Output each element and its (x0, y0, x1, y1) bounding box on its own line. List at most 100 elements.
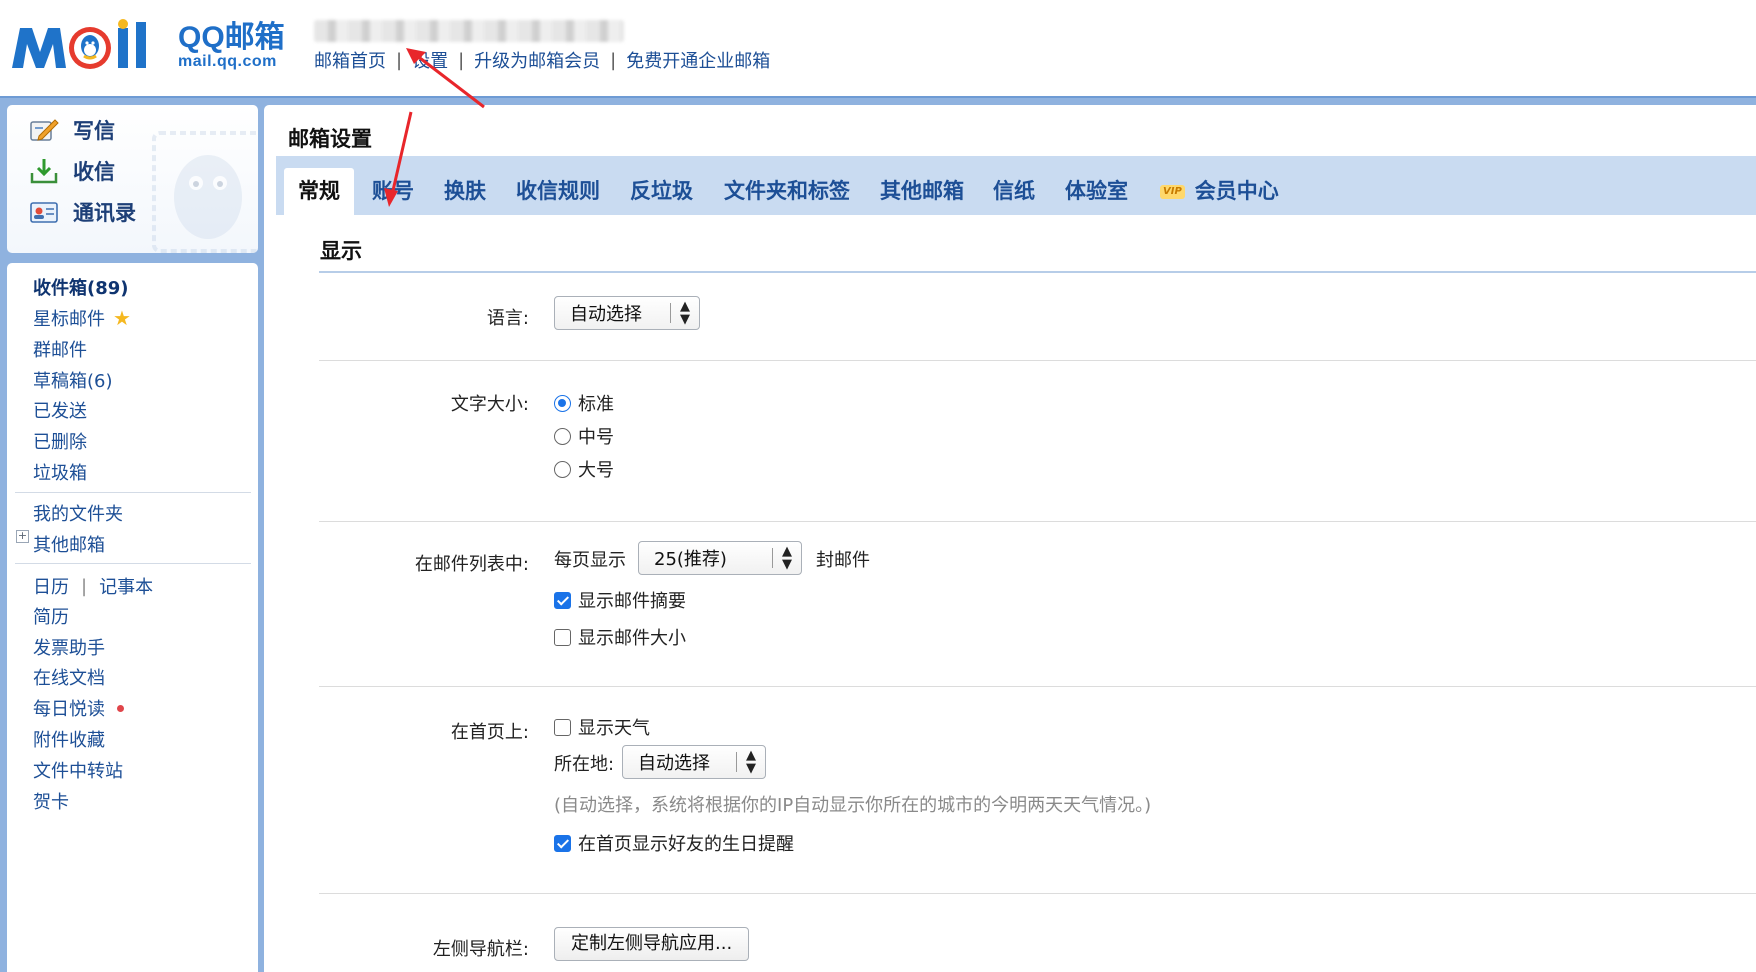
tab-folders-labels[interactable]: 文件夹和标签 (724, 168, 850, 215)
expand-plus-icon[interactable]: + (16, 530, 29, 543)
unread-dot-icon (117, 704, 124, 712)
row-divider (319, 686, 1756, 687)
tab-other-mailboxes[interactable]: 其他邮箱 (880, 168, 964, 215)
folder-other-mailboxes[interactable]: 其他邮箱 (33, 531, 105, 557)
section-display-title: 显示 (320, 239, 362, 263)
show-weather-checkbox[interactable]: 显示天气 (554, 714, 650, 740)
show-size-checkbox[interactable]: 显示邮件大小 (554, 624, 686, 650)
settings-panel: 邮箱设置 常规 账号 换肤 收信规则 反垃圾 文件夹和标签 其他邮箱 信纸 体验… (264, 105, 1756, 972)
brand-domain: mail.qq.com (178, 53, 277, 70)
link-separator: | (458, 49, 465, 71)
compose-button[interactable]: 写信 (29, 115, 115, 145)
contacts-card-icon (30, 202, 58, 223)
folder-inbox[interactable]: 收件箱(89) (33, 274, 129, 300)
row-divider (319, 521, 1756, 522)
star-icon: ★ (113, 306, 131, 330)
folder-group[interactable]: 群邮件 (33, 336, 87, 362)
birthday-reminder-checkbox[interactable]: 在首页显示好友的生日提醒 (554, 830, 794, 856)
app-calendar[interactable]: 日历 (33, 573, 69, 599)
app-resume[interactable]: 简历 (33, 603, 69, 629)
link-settings[interactable]: 设置 (412, 47, 448, 73)
row-divider (319, 893, 1756, 894)
language-select-value: 自动选择 (570, 304, 642, 325)
app-file-transfer[interactable]: 文件中转站 (33, 757, 123, 783)
tab-skin[interactable]: 换肤 (444, 168, 486, 215)
location-select[interactable]: 自动选择 ▲ ▼ (622, 745, 766, 779)
nav-divider (15, 563, 251, 564)
section-divider (319, 271, 1756, 273)
link-separator: | (610, 49, 617, 71)
show-size-label: 显示邮件大小 (578, 628, 686, 649)
app-daily-read[interactable]: 每日悦读 (33, 695, 124, 721)
app-daily-read-label: 每日悦读 (33, 699, 105, 720)
nav-actions-panel: 写信 收信 通讯录 (7, 105, 258, 253)
font-size-medium-radio[interactable]: 中号 (554, 423, 614, 449)
font-size-large-radio[interactable]: 大号 (554, 456, 614, 482)
tab-account[interactable]: 账号 (372, 168, 414, 215)
folder-starred[interactable]: 星标邮件 ★ (33, 305, 131, 331)
per-page-prefix: 每页显示 (554, 550, 626, 571)
tab-anti-spam[interactable]: 反垃圾 (630, 168, 693, 215)
checkbox-box (554, 718, 571, 736)
contacts-label: 通讯录 (73, 201, 136, 225)
tab-vip-center-label: 会员中心 (1194, 179, 1279, 203)
customize-left-nav-button[interactable]: 定制左侧导航应用... (554, 927, 750, 961)
folder-drafts[interactable]: 草稿箱(6) (33, 367, 113, 393)
apps-calendar-row: 日历 | 记事本 (33, 573, 153, 599)
tab-lab[interactable]: 体验室 (1065, 168, 1128, 215)
receive-button[interactable]: 收信 (29, 156, 115, 186)
receive-label: 收信 (73, 160, 115, 184)
font-size-large-label: 大号 (578, 460, 614, 481)
mail-list-label: 在邮件列表中: (414, 554, 529, 575)
tab-stationery[interactable]: 信纸 (993, 168, 1035, 215)
weather-hint: (自动选择，系统将根据你的IP自动显示你所在的城市的今明两天天气情况。) (554, 795, 1152, 816)
row-divider (319, 360, 1756, 361)
penguin-stamp-icon (152, 131, 258, 253)
brand-name: QQ邮箱 (178, 21, 285, 54)
app-attachments[interactable]: 附件收藏 (33, 726, 105, 752)
compose-label: 写信 (73, 119, 115, 143)
app-invoice[interactable]: 发票助手 (33, 634, 105, 660)
folder-my-folders[interactable]: 我的文件夹 (33, 500, 123, 526)
per-page-select-value: 25(推荐) (654, 549, 727, 570)
show-summary-checkbox[interactable]: 显示邮件摘要 (554, 587, 686, 613)
folder-spam[interactable]: 垃圾箱 (33, 459, 87, 485)
tab-vip-center[interactable]: VIP 会员中心 (1160, 168, 1279, 215)
nav-divider (15, 492, 251, 493)
inbox-download-icon (30, 159, 58, 184)
radio-circle (554, 427, 571, 445)
link-enterprise-mail[interactable]: 免费开通企业邮箱 (626, 47, 770, 73)
checkbox-box (554, 628, 571, 646)
location-select-value: 自动选择 (638, 753, 710, 774)
font-size-standard-radio[interactable]: 标准 (554, 390, 614, 416)
calendar-separator: | (81, 575, 88, 597)
contacts-button[interactable]: 通讯录 (29, 197, 136, 227)
font-size-standard-label: 标准 (578, 394, 614, 415)
tab-receive-rules[interactable]: 收信规则 (516, 168, 600, 215)
tab-general[interactable]: 常规 (284, 168, 354, 215)
language-select[interactable]: 自动选择 ▲ ▼ (554, 296, 700, 330)
per-page-select[interactable]: 25(推荐) ▲ ▼ (638, 541, 802, 575)
updown-arrow-icon: ▲ ▼ (746, 748, 756, 776)
checkbox-box (554, 591, 571, 609)
folder-sent[interactable]: 已发送 (33, 397, 87, 423)
app-docs[interactable]: 在线文档 (33, 664, 105, 690)
updown-arrow-icon: ▲ ▼ (680, 299, 690, 327)
location-label: 所在地: (554, 754, 615, 775)
top-header: QQ邮箱 mail.qq.com 邮箱首页 | 设置 | 升级为邮箱会员 | 免… (0, 0, 1756, 96)
app-cards[interactable]: 贺卡 (33, 788, 69, 814)
compose-icon (30, 119, 59, 141)
home-page-label: 在首页上: (450, 722, 529, 743)
link-mailbox-home[interactable]: 邮箱首页 (314, 47, 386, 73)
app-notepad[interactable]: 记事本 (99, 573, 153, 599)
radio-circle (554, 394, 571, 412)
folder-deleted[interactable]: 已删除 (33, 428, 87, 454)
show-summary-label: 显示邮件摘要 (578, 591, 686, 612)
font-size-label: 文字大小: (450, 394, 529, 415)
mail-logo-icon (12, 19, 146, 69)
link-upgrade-vip[interactable]: 升级为邮箱会员 (474, 47, 600, 73)
show-weather-label: 显示天气 (578, 718, 650, 739)
qq-mail-logo[interactable]: QQ邮箱 mail.qq.com (10, 18, 285, 74)
folder-nav: 收件箱(89) 星标邮件 ★ 群邮件 草稿箱(6) 已发送 已删除 垃圾箱 + … (7, 263, 258, 972)
folder-starred-label: 星标邮件 (33, 309, 105, 330)
